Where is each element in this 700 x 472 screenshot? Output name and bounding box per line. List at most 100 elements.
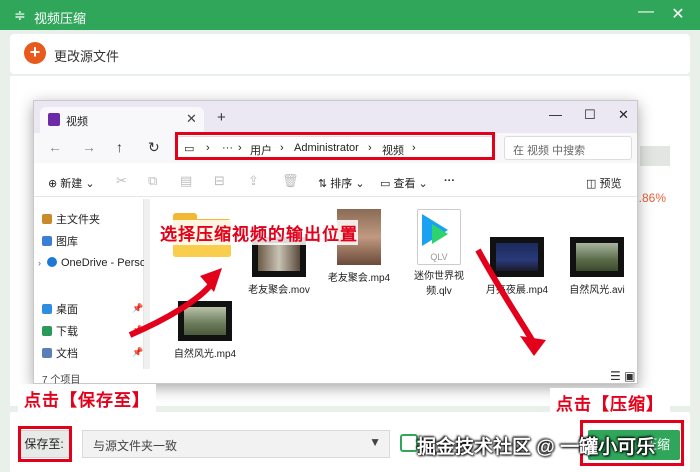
breadcrumb-separator: ›: [238, 142, 242, 154]
pin-icon: 📌: [132, 347, 144, 357]
home-icon: [42, 214, 52, 224]
maximize-icon[interactable]: ☐: [584, 107, 596, 123]
source-toolbar: + 更改源文件: [10, 34, 690, 74]
sidebar-item-onedrive[interactable]: › OneDrive - Perso: [38, 257, 146, 269]
more-options-button[interactable]: ···: [444, 175, 455, 187]
sidebar-item-downloads[interactable]: 下载: [42, 323, 78, 339]
sidebar-item-label: 桌面: [56, 304, 78, 316]
share-icon: ⇪: [248, 173, 259, 188]
add-icon[interactable]: +: [24, 42, 46, 64]
search-input[interactable]: 在 视频 中搜索: [504, 136, 632, 160]
copy-icon: ⧉: [148, 173, 158, 188]
file-item-video[interactable]: 自然风光.mp4: [170, 301, 240, 360]
video-folder-icon: [48, 113, 60, 126]
sidebar-scrollbar[interactable]: [144, 199, 150, 369]
video-thumbnail: [570, 237, 624, 277]
minimize-icon[interactable]: —: [549, 107, 562, 122]
sidebar-item-documents[interactable]: 文档: [42, 345, 78, 361]
new-label: 新建: [60, 178, 83, 190]
sort-label: 排序: [330, 178, 353, 190]
preview-button[interactable]: ◫ 预览: [586, 175, 621, 191]
file-name: 自然风光.mp4: [173, 349, 237, 360]
watermark: 掘金技术社区 @ 一罐小可乐: [417, 437, 656, 458]
change-source-button[interactable]: 更改源文件: [54, 46, 119, 65]
monitor-icon: ▭: [184, 143, 195, 155]
qlv-file-icon: QLV: [417, 209, 461, 265]
breadcrumb-users[interactable]: 用户: [250, 142, 272, 158]
chevron-right-icon: ›: [38, 258, 41, 268]
file-item-video[interactable]: 老友聚会.mov: [244, 237, 314, 296]
sidebar-item-label: 文档: [56, 348, 78, 360]
refresh-icon[interactable]: ↻: [148, 139, 160, 156]
file-item-video[interactable]: 月亮夜晨.mp4: [482, 237, 552, 296]
minimize-button[interactable]: —: [636, 4, 656, 23]
address-bar[interactable]: ▭ › ··· › 用户 › Administrator › 视频 ›: [177, 136, 493, 160]
tab-videos[interactable]: 视频 ✕: [40, 107, 204, 133]
save-to-button[interactable]: 保存至:: [18, 430, 70, 458]
delete-icon: 🗑: [282, 173, 299, 188]
preview-label: 预览: [599, 178, 622, 190]
navigation-pane: 主文件夹 图库 › OneDrive - Perso 桌面 📌 下载 📌 文档 📌: [34, 199, 146, 369]
breadcrumb-separator: ›: [280, 142, 284, 154]
close-icon[interactable]: ✕: [186, 111, 197, 127]
file-name: 月亮夜晨.mp4: [485, 285, 549, 296]
save-to-callout: 点击【保存至】: [18, 384, 156, 413]
file-name: 自然风光.avi: [569, 285, 625, 296]
breadcrumb-separator: ›: [412, 142, 416, 154]
gallery-icon: [42, 236, 52, 246]
pin-icon: 📌: [132, 325, 144, 335]
file-name: 迷你世界视频.qlv: [414, 271, 464, 297]
tab-label: 视频: [66, 116, 88, 128]
close-window-icon[interactable]: ✕: [618, 107, 629, 123]
search-placeholder: 在 视频 中搜索: [513, 145, 586, 157]
breadcrumb-separator: ›: [368, 142, 372, 154]
file-name: 老友聚会.mov: [248, 285, 310, 296]
sidebar-item-home[interactable]: 主文件夹: [42, 211, 100, 227]
file-item-qlv[interactable]: QLV 迷你世界视频.qlv: [404, 209, 474, 297]
compress-callout: 点击【压缩】: [550, 388, 670, 417]
sidebar-item-label: 图库: [56, 236, 78, 248]
desktop-icon: [42, 304, 52, 314]
pin-icon: 📌: [132, 303, 144, 313]
cut-icon: ✂: [116, 173, 127, 188]
new-tab-button[interactable]: +: [217, 109, 226, 126]
breadcrumb-administrator[interactable]: Administrator: [294, 142, 359, 154]
sidebar-item-label: 下载: [56, 326, 78, 338]
documents-icon: [42, 348, 52, 358]
back-icon[interactable]: ←: [48, 139, 62, 155]
tab-strip: 视频 ✕ + — ☐ ✕: [34, 101, 637, 133]
forward-icon[interactable]: →: [82, 139, 96, 155]
view-mode-icons[interactable]: ☰ ▣: [610, 369, 635, 383]
sidebar-item-label: OneDrive - Perso: [61, 257, 146, 269]
paste-icon: ▤: [180, 173, 193, 188]
save-path-value: 与源文件夹一致: [93, 439, 178, 453]
app-logo-icon: ≑: [14, 7, 26, 23]
sidebar-item-label: 主文件夹: [56, 214, 100, 226]
file-item-video[interactable]: 自然风光.avi: [562, 237, 632, 296]
sort-button[interactable]: ⇅ 排序 ⌄: [318, 175, 365, 191]
onedrive-icon: [47, 257, 57, 267]
app-titlebar: ≑ 视频压缩 — ✕: [0, 0, 700, 30]
navigation-bar: ← → ↑ ↻ ▭ › ··· › 用户 › Administrator › 视…: [34, 133, 637, 163]
download-icon: [42, 326, 52, 336]
chevron-down-icon: ▼: [369, 435, 381, 449]
file-name: 老友聚会.mp4: [327, 273, 391, 284]
breadcrumb-separator: ›: [206, 142, 210, 154]
sidebar-item-desktop[interactable]: 桌面: [42, 301, 78, 317]
close-button[interactable]: ✕: [668, 4, 688, 24]
breadcrumb-more[interactable]: ···: [222, 142, 233, 154]
sidebar-item-gallery[interactable]: 图库: [42, 233, 78, 249]
center-annotation: 选择压缩视频的输出位置: [160, 220, 358, 245]
save-path-select[interactable]: 与源文件夹一致 ▼: [82, 430, 390, 458]
open-folder-icon[interactable]: [400, 434, 418, 452]
new-button[interactable]: ⊕ 新建 ⌄: [48, 175, 95, 191]
app-title: 视频压缩: [34, 11, 87, 26]
up-icon[interactable]: ↑: [116, 139, 123, 155]
view-button[interactable]: ▭ 查看 ⌄: [380, 175, 428, 191]
rename-icon: ⊟: [214, 173, 225, 188]
command-bar: ⊕ 新建 ⌄ ✂ ⧉ ▤ ⊟ ⇪ 🗑 ⇅ 排序 ⌄ ▭ 查看 ⌄ ··· ◫ 预…: [34, 167, 637, 197]
progress-bar: [640, 146, 670, 166]
breadcrumb-videos[interactable]: 视频: [382, 142, 404, 158]
video-thumbnail: [490, 237, 544, 277]
video-thumbnail: [178, 301, 232, 341]
